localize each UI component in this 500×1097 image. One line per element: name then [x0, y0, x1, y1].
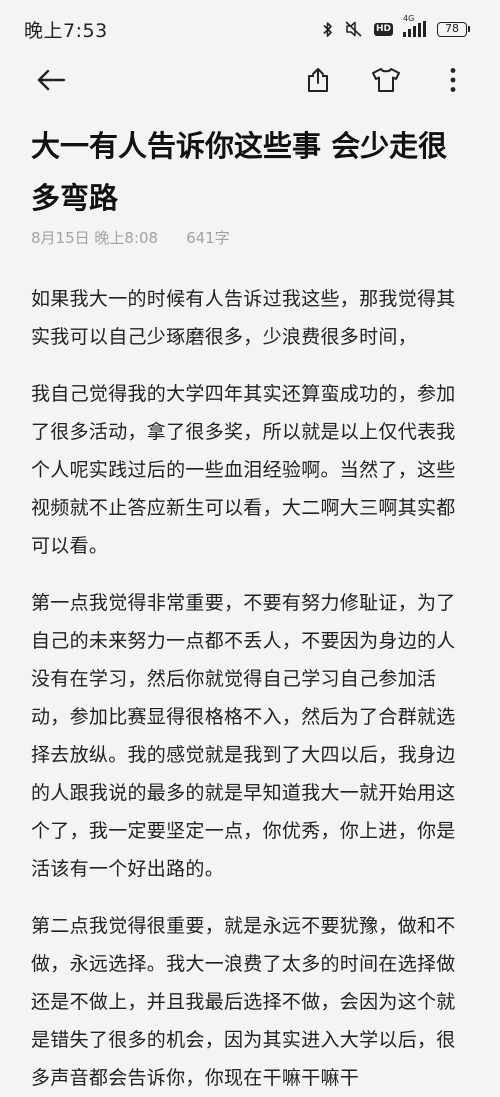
battery-level: 78	[437, 21, 467, 37]
note-meta: 8月15日 晚上8:08 641字	[31, 227, 230, 248]
status-bar: 晚上7:53 HD 4G 78	[0, 0, 500, 58]
more-button[interactable]	[431, 58, 475, 102]
hd-badge: HD	[373, 22, 393, 36]
share-button[interactable]	[296, 58, 340, 102]
battery-icon: 78	[437, 21, 470, 37]
note-word-count: 641字	[186, 229, 230, 247]
network-type: 4G	[403, 14, 415, 23]
signal-icon: 4G	[403, 14, 427, 37]
note-toolbar	[0, 58, 500, 104]
mute-icon	[344, 20, 364, 38]
status-time: 晚上7:53	[24, 19, 108, 42]
more-vertical-icon	[450, 68, 456, 92]
theme-button[interactable]	[364, 58, 408, 102]
note-date: 8月15日 晚上8:08	[31, 229, 159, 247]
share-icon	[308, 68, 328, 92]
note-body[interactable]: 如果我大一的时候有人告诉过我这些，那我觉得其实我可以自己少琢磨很多，少浪费很多时…	[31, 280, 473, 1097]
note-screen: 晚上7:53 HD 4G 78 大一有人告诉你这些事 会少走很多弯路 8月15日…	[0, 0, 500, 1097]
theme-shirt-icon	[372, 68, 400, 92]
note-paragraph[interactable]: 我自己觉得我的大学四年其实还算蛮成功的，参加了很多活动，拿了很多奖，所以就是以上…	[31, 375, 473, 565]
bluetooth-icon	[322, 21, 334, 38]
back-arrow-icon	[37, 69, 66, 91]
back-button[interactable]	[29, 58, 73, 102]
note-paragraph[interactable]: 第一点我觉得非常重要，不要有努力修耻证，为了自己的未来努力一点都不丢人，不要因为…	[31, 584, 473, 888]
status-icons: HD 4G 78	[322, 14, 470, 38]
note-paragraph[interactable]: 如果我大一的时候有人告诉过我这些，那我觉得其实我可以自己少琢磨很多，少浪费很多时…	[31, 280, 473, 356]
note-title[interactable]: 大一有人告诉你这些事 会少走很多弯路	[31, 120, 471, 224]
note-paragraph[interactable]: 第二点我觉得很重要，就是永远不要犹豫，做和不做，永远选择。我大一浪费了太多的时间…	[31, 907, 473, 1097]
